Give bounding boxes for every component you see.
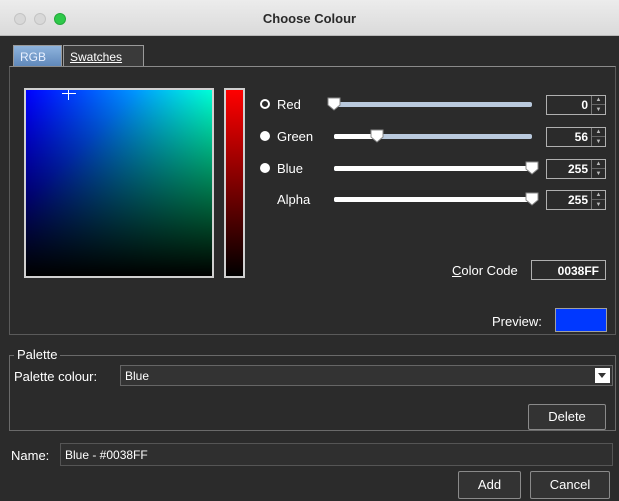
window-title: Choose Colour xyxy=(262,11,357,26)
color-code-label-rest: olor Code xyxy=(461,263,518,278)
channel-strip[interactable] xyxy=(224,88,245,278)
color-field[interactable] xyxy=(24,88,214,278)
name-field[interactable]: Blue - #0038FF xyxy=(60,443,613,466)
palette-legend: Palette xyxy=(14,347,61,362)
spinner-down-icon[interactable]: ▼ xyxy=(592,137,605,146)
blue-slider[interactable] xyxy=(334,161,539,175)
cancel-button[interactable]: Cancel xyxy=(530,471,610,499)
red-slider[interactable] xyxy=(327,97,532,111)
blue-radio[interactable] xyxy=(260,163,270,173)
palette-colour-value: Blue xyxy=(125,369,150,383)
alpha-slider[interactable] xyxy=(334,192,539,206)
tab-swatches[interactable]: Swatches xyxy=(63,45,144,67)
chevron-down-icon[interactable] xyxy=(595,368,610,383)
red-spinner[interactable]: 0 ▲ ▼ xyxy=(546,95,606,115)
name-value: Blue - #0038FF xyxy=(65,448,148,462)
color-code-mnemonic: C xyxy=(452,263,462,278)
blue-slider-fill xyxy=(334,166,532,171)
preview-label: Preview: xyxy=(492,314,542,329)
preview-swatch xyxy=(555,308,607,332)
blue-value: 255 xyxy=(567,162,588,176)
alpha-label: Alpha xyxy=(277,192,311,207)
crosshair-icon[interactable] xyxy=(62,90,76,100)
green-spinner-buttons: ▲ ▼ xyxy=(591,128,605,146)
spinner-up-icon[interactable]: ▲ xyxy=(592,160,605,169)
name-label: Name: xyxy=(11,448,50,463)
alpha-slider-fill xyxy=(334,197,532,202)
alpha-slider-thumb[interactable] xyxy=(525,192,539,206)
alpha-value: 255 xyxy=(567,193,588,207)
red-slider-thumb[interactable] xyxy=(327,97,341,111)
green-row: Green 56 ▲ ▼ xyxy=(260,127,610,147)
spinner-down-icon[interactable]: ▼ xyxy=(592,200,605,209)
red-spinner-buttons: ▲ ▼ xyxy=(591,96,605,114)
green-spinner[interactable]: 56 ▲ ▼ xyxy=(546,127,606,147)
palette-colour-select[interactable]: Blue xyxy=(120,365,613,386)
spinner-up-icon[interactable]: ▲ xyxy=(592,191,605,200)
green-radio[interactable] xyxy=(260,131,270,141)
alpha-spinner[interactable]: 255 ▲ ▼ xyxy=(546,190,606,210)
tab-rgb[interactable]: RGB xyxy=(13,45,62,67)
color-code-value: 0038FF xyxy=(557,264,599,278)
red-radio[interactable] xyxy=(260,99,270,109)
color-code-field[interactable]: 0038FF xyxy=(531,260,606,280)
green-slider[interactable] xyxy=(334,129,532,143)
tab-rgb-label: RGB xyxy=(20,50,47,64)
red-value: 0 xyxy=(581,98,588,112)
spinner-down-icon[interactable]: ▼ xyxy=(592,105,605,114)
palette-colour-label: Palette colour: xyxy=(14,369,98,384)
blue-slider-thumb[interactable] xyxy=(525,161,539,175)
title-bar: Choose Colour xyxy=(0,0,619,36)
red-label: Red xyxy=(277,97,301,112)
color-code-label: Color Code xyxy=(452,263,518,278)
delete-button[interactable]: Delete xyxy=(528,404,606,430)
blue-row: Blue 255 ▲ ▼ xyxy=(260,159,610,179)
spinner-down-icon[interactable]: ▼ xyxy=(592,169,605,178)
blue-label: Blue xyxy=(277,161,304,176)
alpha-row: Alpha 255 ▲ ▼ xyxy=(260,190,610,210)
blue-spinner[interactable]: 255 ▲ ▼ xyxy=(546,159,606,179)
blue-spinner-buttons: ▲ ▼ xyxy=(591,160,605,178)
alpha-spinner-buttons: ▲ ▼ xyxy=(591,191,605,209)
color-field-shade xyxy=(26,90,212,276)
spinner-up-icon[interactable]: ▲ xyxy=(592,128,605,137)
red-row: Red 0 ▲ ▼ xyxy=(260,95,610,115)
green-label: Green xyxy=(277,129,314,144)
spinner-up-icon[interactable]: ▲ xyxy=(592,96,605,105)
add-button[interactable]: Add xyxy=(458,471,521,499)
green-slider-thumb[interactable] xyxy=(370,129,384,143)
tab-swatches-label: Swatches xyxy=(70,50,123,64)
green-value: 56 xyxy=(574,130,588,144)
